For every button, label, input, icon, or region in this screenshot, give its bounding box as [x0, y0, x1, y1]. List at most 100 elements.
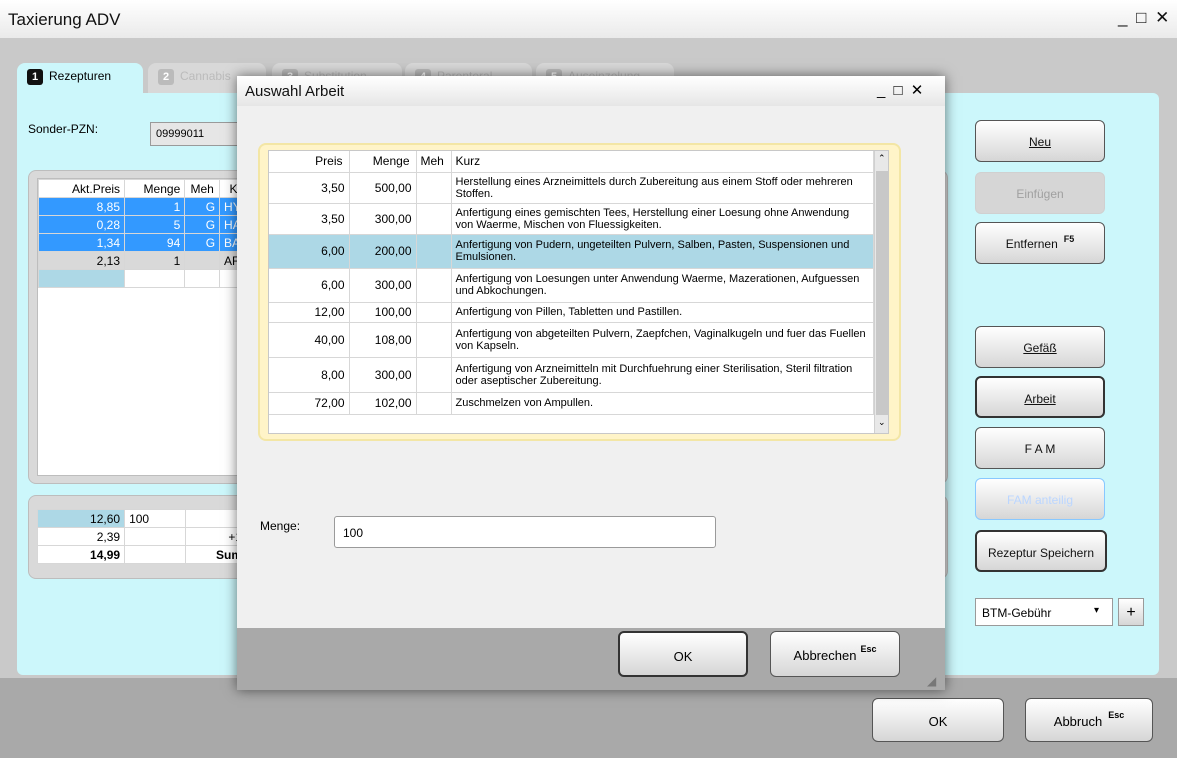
window-controls[interactable]: _ □ ✕ [1118, 8, 1171, 28]
cell-kurz: Anfertigung eines gemischten Tees, Herst… [451, 203, 874, 235]
main-titlebar [0, 0, 1177, 38]
cell-preis: 8,85 [37, 197, 126, 216]
abbruch-button[interactable]: Abbruch Esc [1025, 698, 1153, 742]
cell-meh [416, 302, 452, 323]
table-row[interactable]: 0,28 5 G HA [37, 215, 248, 234]
cell-preis [37, 269, 126, 288]
cell-meh [416, 234, 452, 269]
cell-kurz: Herstellung eines Arzneimittels durch Zu… [451, 172, 874, 204]
cell-meh [416, 268, 452, 303]
cell-menge: 5 [124, 215, 186, 234]
table-row[interactable]: 1,34 94 G BA [37, 233, 248, 252]
entfernen-button[interactable]: Entfernen F5 [975, 222, 1105, 264]
summary-menge [124, 527, 187, 546]
list-item[interactable]: 40,00 108,00 Anfertigung von abgeteilten… [269, 322, 874, 358]
cell-preis: 1,34 [37, 233, 126, 252]
cell-menge: 108,00 [349, 322, 417, 358]
col-meh[interactable]: Meh [416, 151, 452, 173]
col-akt-preis[interactable]: Akt.Preis [37, 179, 126, 198]
cell-menge: 1 [124, 251, 186, 270]
btm-select[interactable]: BTM-Gebühr ▾ [975, 598, 1113, 626]
summary-row: 12,60 100 [36, 509, 247, 528]
list-item[interactable]: 6,00 300,00 Anfertigung von Loesungen un… [269, 268, 874, 303]
tab-rezepturen[interactable]: 1 Rezepturen [17, 63, 143, 97]
col-menge[interactable]: Menge [349, 151, 417, 173]
neu-label: Neu [1028, 135, 1051, 149]
cell-preis: 12,00 [269, 302, 350, 323]
cell-menge [124, 269, 186, 288]
table-row[interactable]: 2,13 1 AF [37, 251, 248, 270]
fam-anteilig-button[interactable]: FAM anteilig [975, 478, 1105, 520]
cell-meh [416, 322, 452, 358]
list-item-selected[interactable]: 6,00 200,00 Anfertigung von Pudern, unge… [269, 234, 874, 269]
ok-button[interactable]: OK [872, 698, 1004, 742]
cell-meh [416, 203, 452, 235]
gefaess-label: Gefäß [1023, 341, 1057, 355]
rezeptur-speichern-button[interactable]: Rezeptur Speichern [975, 530, 1107, 572]
abbruch-label: Abbruch [1053, 714, 1103, 729]
arbeit-list[interactable]: Preis Menge Meh Kurz 3,50 500,00 Herstel… [268, 150, 889, 434]
auswahl-arbeit-dialog: Auswahl Arbeit _ □ ✕ Preis Menge Meh Kur… [237, 76, 945, 690]
tab-label: Cannabis [180, 69, 231, 83]
cell-kurz: Zuschmelzen von Ampullen. [451, 392, 874, 415]
arbeit-button[interactable]: Arbeit [975, 376, 1105, 418]
fam-label: F A M [1024, 442, 1056, 456]
ingredients-grid[interactable]: Akt.Preis Menge Meh K 8,85 1 G HY 0,28 5… [37, 178, 248, 476]
col-menge[interactable]: Menge [124, 179, 186, 198]
cell-kurz: Anfertigung von Pillen, Tabletten und Pa… [451, 302, 874, 323]
tab-label: Rezepturen [49, 69, 112, 83]
cell-menge: 500,00 [349, 172, 417, 204]
chevron-down-icon: ▾ [1094, 605, 1100, 616]
dialog-ok-button[interactable]: OK [618, 631, 748, 677]
cell-kurz: Anfertigung von Loesungen unter Anwendun… [451, 268, 874, 303]
resize-grip-icon[interactable]: ◢ [927, 674, 936, 688]
list-item[interactable]: 3,50 500,00 Herstellung eines Arzneimitt… [269, 172, 874, 204]
list-item[interactable]: 3,50 300,00 Anfertigung eines gemischten… [269, 203, 874, 235]
cell-menge: 200,00 [349, 234, 417, 269]
menge-input[interactable]: 100 [334, 516, 716, 548]
cell-kurz: Anfertigung von abgeteilten Pulvern, Zae… [451, 322, 874, 358]
gefaess-button[interactable]: Gefäß [975, 326, 1105, 368]
fam-anteilig-label: FAM anteilig [1006, 493, 1074, 507]
cell-preis: 3,50 [269, 172, 350, 204]
chevron-down-icon[interactable]: ⌄ [878, 417, 886, 428]
dialog-title: Auswahl Arbeit [245, 83, 345, 100]
cell-meh: G [184, 233, 221, 252]
shortcut-key-badge: F5 [1063, 234, 1075, 244]
cell-preis: 3,50 [269, 203, 350, 235]
cell-menge: 300,00 [349, 268, 417, 303]
cell-menge: 94 [124, 233, 186, 252]
dialog-abbrechen-button[interactable]: Abbrechen Esc [770, 631, 900, 677]
btm-select-value: BTM-Gebühr [982, 606, 1052, 620]
cell-preis: 6,00 [269, 234, 350, 269]
table-row-empty[interactable] [37, 269, 248, 288]
list-item[interactable]: 8,00 300,00 Anfertigung von Arzneimittel… [269, 357, 874, 393]
cell-kurz: Anfertigung von Pudern, ungeteilten Pulv… [451, 234, 874, 269]
cell-menge: 102,00 [349, 392, 417, 415]
list-item[interactable]: 12,00 100,00 Anfertigung von Pillen, Tab… [269, 302, 874, 323]
pzn-input[interactable]: 09999011 [150, 122, 240, 146]
cell-menge: 300,00 [349, 203, 417, 235]
col-kurz[interactable]: Kurz [451, 151, 874, 173]
col-preis[interactable]: Preis [269, 151, 350, 173]
entfernen-label: Entfernen [1005, 237, 1058, 251]
summary-menge: 100 [124, 509, 187, 528]
btm-add-button[interactable]: + [1118, 598, 1144, 626]
dialog-window-controls[interactable]: _ □ ✕ [877, 81, 925, 99]
chevron-up-icon[interactable]: ⌃ [878, 153, 886, 164]
summary-grid: 12,60 100 2,39 +1 14,99 Sum [36, 509, 247, 564]
table-row[interactable]: 8,85 1 G HY [37, 197, 248, 216]
cell-menge: 300,00 [349, 357, 417, 393]
einfuegen-button[interactable]: Einfügen [975, 172, 1105, 214]
summary-menge [124, 545, 187, 564]
arbeit-label: Arbeit [1024, 392, 1056, 406]
cell-preis: 2,13 [37, 251, 126, 270]
col-meh[interactable]: Meh [184, 179, 221, 198]
summary-row: 2,39 +1 [36, 527, 247, 546]
scrollbar-thumb[interactable] [876, 171, 888, 415]
shortcut-key-badge: Esc [860, 644, 877, 654]
list-item[interactable]: 72,00 102,00 Zuschmelzen von Ampullen. [269, 392, 874, 415]
neu-button[interactable]: Neu [975, 120, 1105, 162]
fam-button[interactable]: F A M [975, 427, 1105, 469]
cell-preis: 40,00 [269, 322, 350, 358]
